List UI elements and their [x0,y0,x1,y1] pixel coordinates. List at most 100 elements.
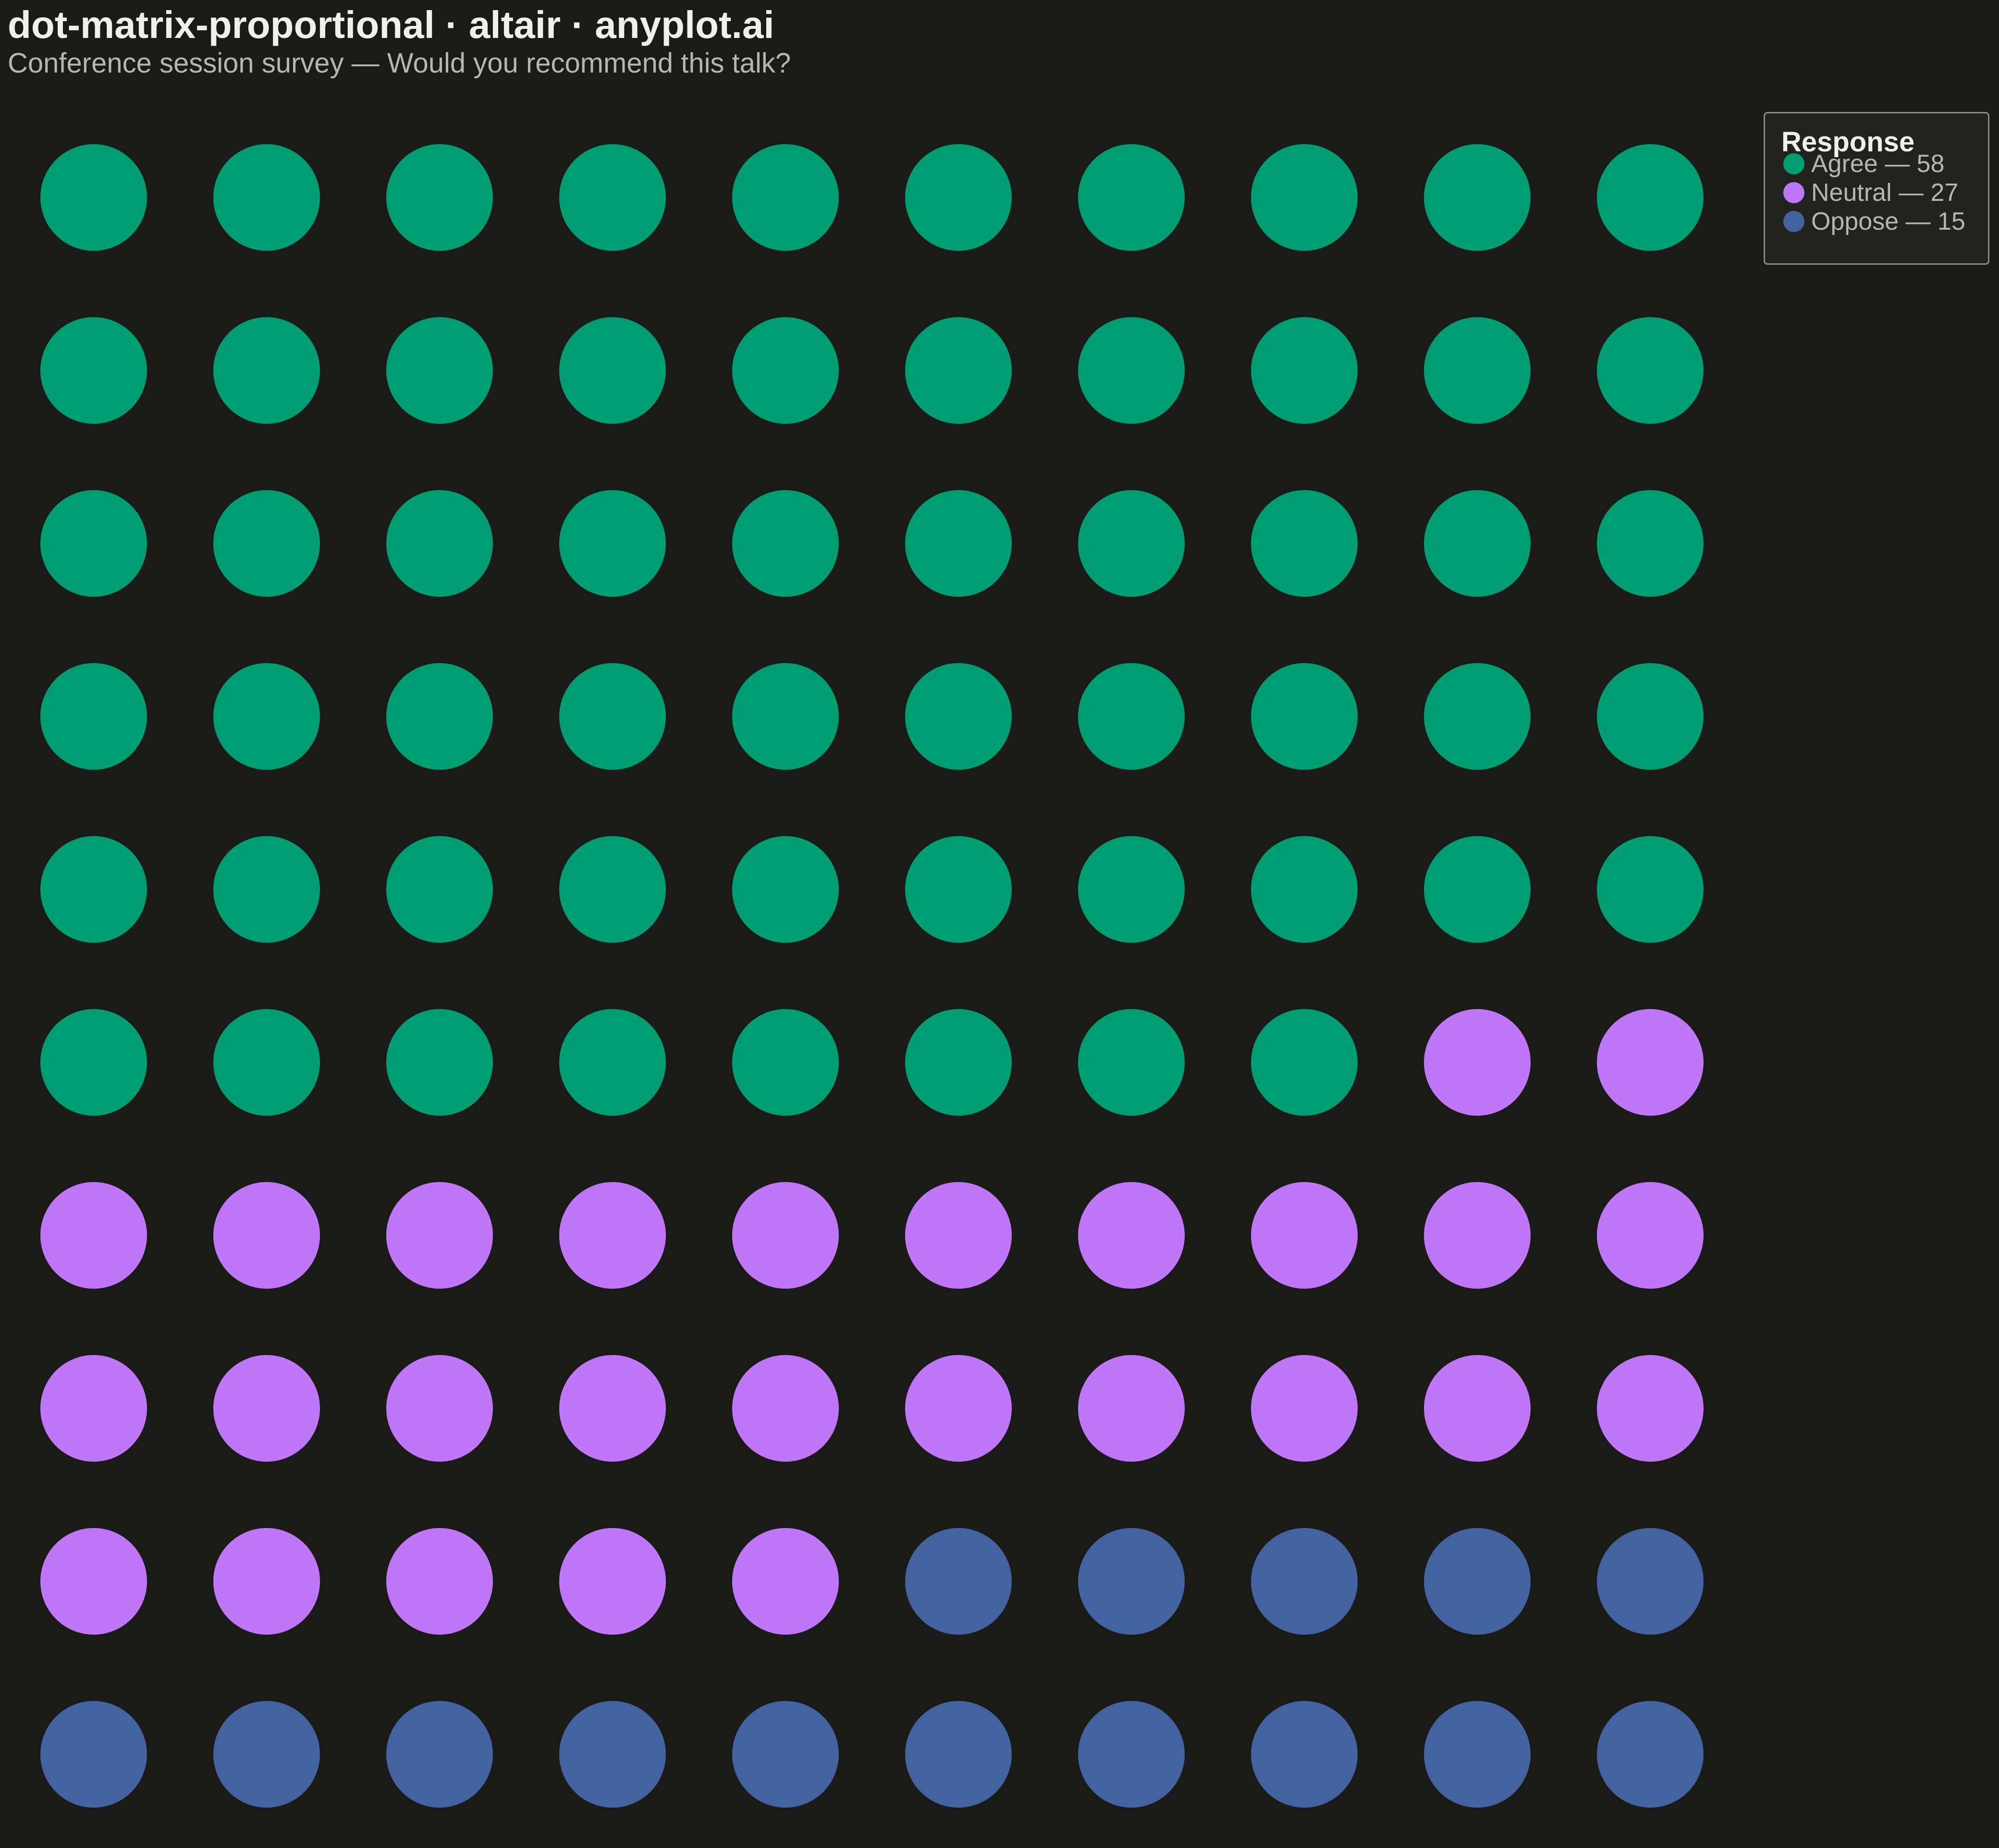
dot-agree [1251,144,1358,251]
dot-agree [1424,663,1531,770]
dot-oppose [1251,1701,1358,1808]
dot-neutral [1251,1182,1358,1289]
dot-agree [386,836,493,943]
dot-agree [1597,836,1704,943]
dot-agree [386,663,493,770]
dot-agree [213,144,320,251]
dot-agree [1597,317,1704,424]
legend-label-agree: Agree — 58 [1811,150,1945,178]
legend-label-oppose: Oppose — 15 [1811,208,1965,235]
legend-item-oppose: Oppose — 15 [1783,207,1965,236]
dot-agree [386,317,493,424]
dot-agree [386,144,493,251]
dot-agree [386,490,493,597]
dot-agree [559,836,666,943]
dot-neutral [559,1355,666,1462]
legend-item-agree: Agree — 58 [1783,149,1945,178]
dot-agree [40,663,147,770]
dot-agree [559,1009,666,1116]
dot-agree [732,144,839,251]
dot-neutral [1424,1355,1531,1462]
dot-oppose [1597,1701,1704,1808]
dot-neutral [732,1355,839,1462]
dot-neutral [905,1355,1012,1462]
dot-neutral [1078,1182,1185,1289]
dot-agree [1078,663,1185,770]
legend-swatch-neutral [1783,182,1804,203]
dot-neutral [1424,1182,1531,1289]
dot-neutral [40,1182,147,1289]
dot-agree [732,317,839,424]
legend-swatch-oppose [1783,211,1804,232]
dot-agree [40,490,147,597]
dot-agree [1078,490,1185,597]
dot-agree [1078,836,1185,943]
legend-item-neutral: Neutral — 27 [1783,178,1958,207]
dot-oppose [559,1701,666,1808]
dot-agree [905,663,1012,770]
dot-oppose [1078,1701,1185,1808]
dot-agree [1597,490,1704,597]
dot-agree [905,144,1012,251]
dot-agree [1078,144,1185,251]
dot-oppose [1424,1528,1531,1635]
dot-neutral [732,1528,839,1635]
dot-oppose [1078,1528,1185,1635]
legend: Response Agree — 58 Neutral — 27 Oppose — … [1764,112,1989,265]
dot-agree [40,1009,147,1116]
dot-agree [386,1009,493,1116]
legend-label-neutral: Neutral — 27 [1811,179,1959,207]
dot-neutral [213,1355,320,1462]
dot-oppose [1597,1528,1704,1635]
dot-agree [905,317,1012,424]
dot-agree [1424,317,1531,424]
dot-oppose [1251,1528,1358,1635]
dot-agree [1078,317,1185,424]
dot-agree [1251,836,1358,943]
dot-matrix-plot [40,144,1704,1808]
dot-agree [1424,490,1531,597]
dot-neutral [1597,1009,1704,1116]
dot-neutral [213,1528,320,1635]
dot-agree [905,836,1012,943]
dot-oppose [1424,1701,1531,1808]
dot-oppose [386,1701,493,1808]
dot-neutral [386,1355,493,1462]
dot-neutral [40,1528,147,1635]
dot-oppose [40,1701,147,1808]
dot-neutral [386,1182,493,1289]
dot-neutral [1424,1009,1531,1116]
dot-agree [213,317,320,424]
dot-agree [213,490,320,597]
dot-oppose [905,1701,1012,1808]
dot-neutral [213,1182,320,1289]
dot-agree [1078,1009,1185,1116]
dot-agree [1597,144,1704,251]
legend-swatch-agree [1783,153,1804,174]
dot-agree [1251,490,1358,597]
dot-agree [40,317,147,424]
dot-agree [1424,836,1531,943]
dot-neutral [559,1528,666,1635]
dot-agree [905,490,1012,597]
dot-neutral [559,1182,666,1289]
dot-neutral [386,1528,493,1635]
dot-agree [559,317,666,424]
dot-agree [40,144,147,251]
dot-agree [1251,1009,1358,1116]
dot-neutral [1251,1355,1358,1462]
dot-neutral [732,1182,839,1289]
dot-neutral [905,1182,1012,1289]
dot-agree [213,836,320,943]
dot-neutral [1597,1355,1704,1462]
dot-neutral [1597,1182,1704,1289]
dot-agree [732,1009,839,1116]
dot-agree [1597,663,1704,770]
dot-agree [559,663,666,770]
dot-agree [732,663,839,770]
dot-agree [559,144,666,251]
dot-neutral [1078,1355,1185,1462]
dot-oppose [213,1701,320,1808]
dot-agree [213,663,320,770]
dot-agree [213,1009,320,1116]
